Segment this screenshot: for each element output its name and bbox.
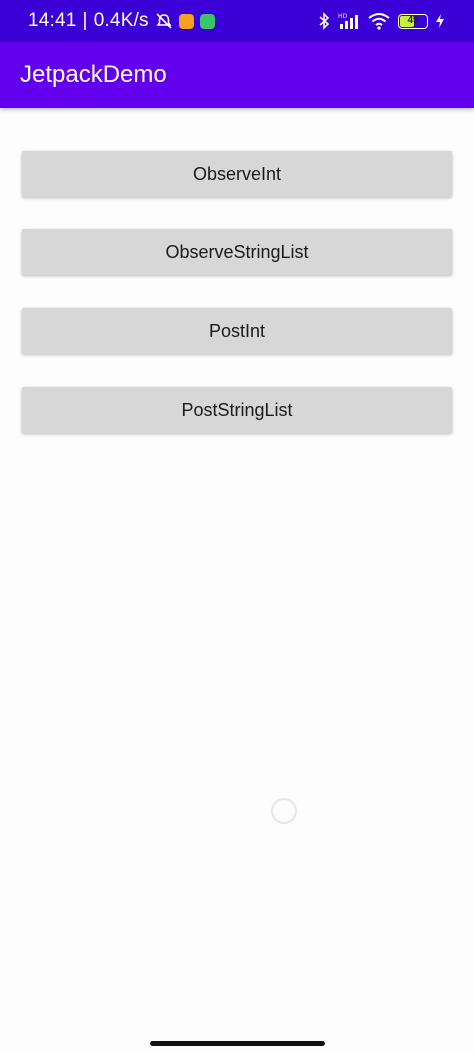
- status-bar: 14:41 | 0.4K/s HD 49: [0, 0, 474, 42]
- app-screen: 14:41 | 0.4K/s HD 49 JetpackDemo Observe…: [0, 0, 474, 1053]
- app-bar: JetpackDemo: [0, 42, 474, 108]
- wifi-icon: [368, 12, 390, 30]
- touch-indicator-icon: [270, 797, 298, 825]
- hd-signal-icon: HD: [338, 12, 360, 30]
- app-title: JetpackDemo: [20, 61, 167, 88]
- observe-string-list-button[interactable]: ObserveStringList: [22, 229, 452, 275]
- status-separator: |: [82, 10, 88, 31]
- bluetooth-icon: [318, 12, 330, 30]
- charging-icon: [436, 14, 444, 28]
- svg-text:HD: HD: [338, 13, 348, 20]
- status-left: 14:41 | 0.4K/s: [28, 0, 215, 42]
- alarm-off-icon: [155, 12, 173, 30]
- battery-icon: 49: [398, 13, 428, 29]
- app-notification-icon: [199, 13, 215, 29]
- status-net-speed: 0.4K/s: [93, 10, 149, 31]
- status-time: 14:41: [28, 10, 77, 31]
- post-string-list-button[interactable]: PostStringList: [22, 387, 452, 433]
- post-int-button[interactable]: PostInt: [22, 308, 452, 354]
- status-right: HD 49: [318, 0, 444, 42]
- observe-int-button[interactable]: ObserveInt: [22, 151, 452, 197]
- app-notification-icon: [178, 13, 194, 29]
- home-indicator[interactable]: [150, 1041, 325, 1046]
- battery-level: 49: [407, 14, 419, 26]
